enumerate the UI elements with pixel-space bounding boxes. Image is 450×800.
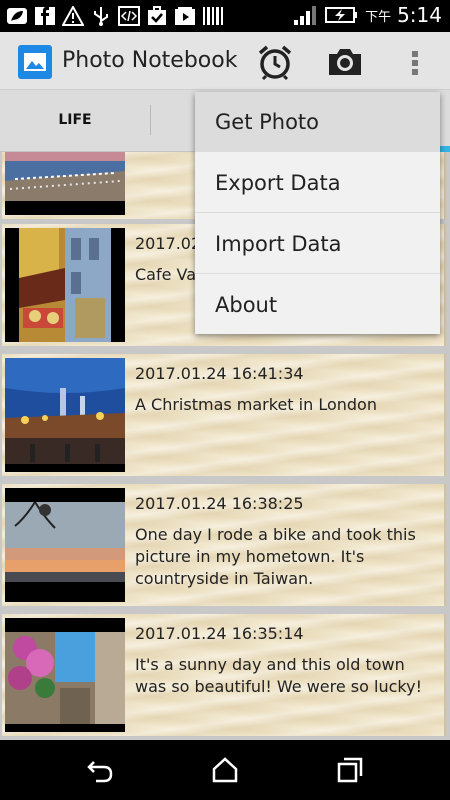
- tab-divider: [150, 105, 151, 135]
- cafe-photo: [5, 228, 125, 342]
- beach-photo: [5, 152, 125, 215]
- old-town-photo: [5, 618, 125, 732]
- clock-time: 5:14: [397, 3, 442, 27]
- alarm-icon[interactable]: [255, 42, 295, 82]
- item-description: It's a sunny day and this old town was s…: [135, 655, 422, 696]
- app-photo-icon: [18, 45, 52, 79]
- item-description: A Christmas market in London: [135, 395, 377, 414]
- check-bag-icon: [148, 6, 166, 25]
- facebook-icon: [35, 7, 55, 25]
- menu-item-import-data[interactable]: Import Data: [195, 214, 440, 274]
- item-date: 2017.02: [135, 234, 202, 253]
- battery-charging-icon: [325, 7, 358, 23]
- back-icon[interactable]: [84, 754, 116, 786]
- overflow-menu-icon[interactable]: [395, 42, 435, 82]
- recents-icon[interactable]: [334, 754, 366, 786]
- leaf-icon: [7, 8, 27, 24]
- code-icon: [118, 6, 140, 26]
- barcode-icon: [203, 7, 223, 25]
- status-bar: 下午 5:14: [0, 0, 450, 32]
- action-bar: Photo Notebook: [0, 32, 450, 90]
- notification-icons: [6, 6, 224, 26]
- item-date: 2017.01.24 16:35:14: [135, 624, 304, 643]
- home-icon[interactable]: [209, 754, 241, 786]
- navigation-bar: [0, 740, 450, 800]
- clock-ampm: 下午: [365, 9, 392, 25]
- list-item[interactable]: 2017.01.24 16:38:25 One day I rode a bik…: [2, 484, 446, 606]
- item-date: 2017.01.24 16:38:25: [135, 494, 304, 513]
- menu-item-about[interactable]: About: [195, 275, 440, 335]
- usb-icon: [94, 7, 108, 26]
- app-title: Photo Notebook: [62, 48, 238, 73]
- item-date: 2017.01.24 16:41:34: [135, 364, 304, 383]
- signal-icon: [294, 6, 317, 25]
- list-item[interactable]: 2017.01.24 16:41:34 A Christmas market i…: [2, 354, 446, 476]
- play-box-icon: [175, 7, 195, 25]
- christmas-market-photo: [5, 358, 125, 472]
- sunset-photo: [5, 488, 125, 602]
- overflow-menu: Get Photo Export Data Import Data About: [195, 92, 440, 334]
- item-description: One day I rode a bike and took this pict…: [135, 525, 416, 588]
- tab-life[interactable]: LIFE: [0, 90, 150, 150]
- list-item[interactable]: 2017.01.24 16:35:14 It's a sunny day and…: [2, 614, 446, 736]
- menu-item-get-photo[interactable]: Get Photo: [195, 92, 440, 152]
- alert-icon: [62, 6, 84, 26]
- camera-icon[interactable]: [325, 42, 365, 82]
- menu-item-export-data[interactable]: Export Data: [195, 153, 440, 213]
